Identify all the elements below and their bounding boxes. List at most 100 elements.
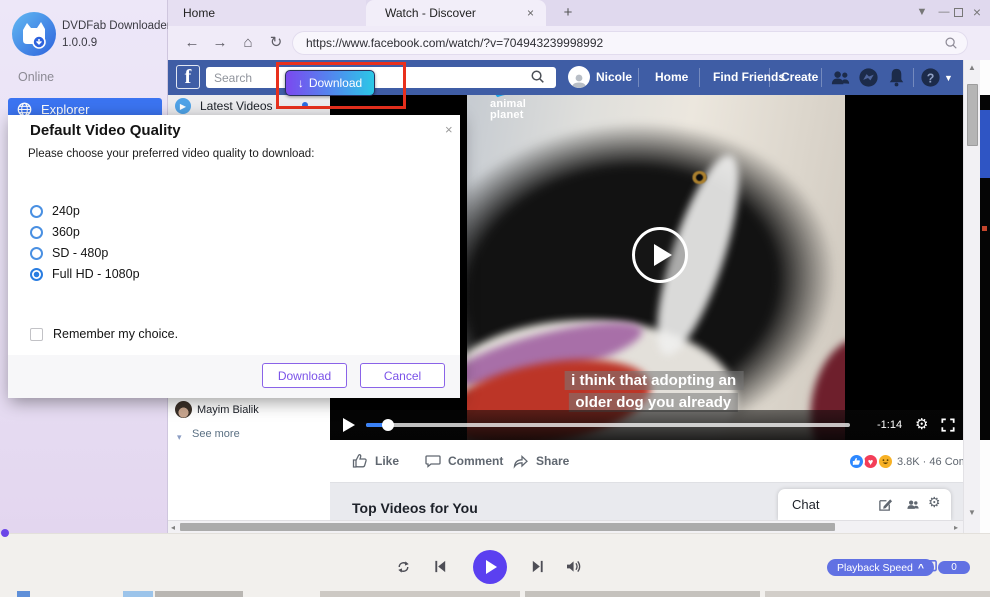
reaction-like-icon[interactable] xyxy=(848,453,865,470)
dvdfab-logo-icon xyxy=(10,10,58,58)
video-progress-track[interactable] xyxy=(366,423,850,427)
playback-speed-button[interactable]: Playback Speed ^ xyxy=(827,559,934,576)
quality-option-1080p[interactable]: Full HD - 1080p xyxy=(30,267,140,281)
profile-avatar[interactable] xyxy=(175,401,192,418)
forward-icon[interactable]: → xyxy=(210,33,230,53)
friend-requests-icon[interactable] xyxy=(829,66,852,89)
tab-watch-discover[interactable]: Watch - Discover × xyxy=(366,0,546,26)
dialog-footer: Download Cancel xyxy=(8,355,460,398)
see-more-icon: ▾ xyxy=(177,432,182,443)
section-title-top-videos: Top Videos for You xyxy=(352,500,478,516)
user-name[interactable]: Nicole xyxy=(596,70,632,84)
volume-slider-dot[interactable] xyxy=(1,529,9,537)
player-volume-icon[interactable] xyxy=(566,559,583,574)
remember-checkbox[interactable] xyxy=(30,328,43,341)
url-search-icon[interactable] xyxy=(944,36,958,50)
download-button[interactable]: ↓ Download xyxy=(285,70,375,96)
chat-settings-gear-icon[interactable]: ⚙ xyxy=(928,494,941,511)
fb-nav-home[interactable]: Home xyxy=(655,70,688,84)
fb-nav-find-friends[interactable]: Find Friends xyxy=(713,70,785,84)
download-arrow-icon: ↓ xyxy=(298,76,304,90)
window-menu-icon[interactable]: ▼ xyxy=(914,4,930,20)
hscroll-thumb[interactable] xyxy=(180,523,835,531)
vertical-scrollbar[interactable]: ▲ ▼ xyxy=(963,60,980,533)
quality-option-240p[interactable]: 240p xyxy=(30,204,80,218)
profile-name[interactable]: Mayim Bialik xyxy=(197,404,259,416)
fb-nav-create[interactable]: Create xyxy=(781,70,818,84)
chat-title: Chat xyxy=(792,497,819,512)
queue-count-badge[interactable]: 0 xyxy=(938,561,970,574)
tab-close-icon[interactable]: × xyxy=(527,6,534,20)
video-play-overlay-button[interactable] xyxy=(632,227,688,283)
svg-text:?: ? xyxy=(927,71,935,85)
chat-contacts-icon[interactable] xyxy=(905,497,921,512)
radio-240p[interactable] xyxy=(30,205,43,218)
url-bar[interactable] xyxy=(292,31,968,55)
radio-360p[interactable] xyxy=(30,226,43,239)
fullscreen-icon[interactable] xyxy=(941,418,955,432)
vscroll-thumb[interactable] xyxy=(967,84,978,146)
radio-480p[interactable] xyxy=(30,247,43,260)
caption-line-1: i think that adopting an xyxy=(564,371,743,390)
engagement-row: Like Comment Share ♥ 3.8K · 46 Co xyxy=(330,440,963,483)
player-play-icon xyxy=(486,560,497,574)
thumbnail-sliver xyxy=(320,591,520,597)
loop-icon[interactable] xyxy=(395,559,412,575)
back-icon[interactable]: ← xyxy=(182,33,202,53)
player-bar: Playback Speed ^ 0 xyxy=(0,533,990,597)
video-time-remaining: -1:14 xyxy=(877,419,902,431)
window-minimize-icon[interactable]: — xyxy=(936,4,952,20)
window-maximize-icon[interactable] xyxy=(954,8,963,17)
notifications-bell-icon[interactable] xyxy=(885,66,908,89)
player-play-button[interactable] xyxy=(473,550,507,584)
thumbnail-sliver xyxy=(155,591,243,597)
chat-panel[interactable]: Chat ⚙ xyxy=(778,489,951,520)
dialog-download-button[interactable]: Download xyxy=(262,363,347,388)
avatar-person-icon xyxy=(570,72,588,88)
dialog-title: Default Video Quality xyxy=(30,122,181,139)
video-settings-gear-icon[interactable]: ⚙ xyxy=(915,415,928,433)
remember-choice-row[interactable]: Remember my choice. xyxy=(30,327,178,341)
dialog-cancel-button[interactable]: Cancel xyxy=(360,363,445,388)
video-progress-handle[interactable] xyxy=(382,419,394,431)
like-button[interactable]: Like xyxy=(352,453,399,469)
messenger-icon[interactable] xyxy=(857,66,880,89)
help-icon[interactable]: ? xyxy=(919,66,942,89)
hscroll-left-icon[interactable]: ◂ xyxy=(171,523,175,532)
chat-compose-icon[interactable] xyxy=(878,497,893,512)
url-input[interactable] xyxy=(304,35,944,51)
facebook-logo[interactable]: f xyxy=(176,65,200,89)
facebook-search-icon[interactable] xyxy=(530,69,545,84)
thumbnail-sliver xyxy=(525,591,760,597)
new-tab-button[interactable]: + xyxy=(558,3,578,23)
download-queue-icon[interactable] xyxy=(920,559,938,575)
quality-option-360p[interactable]: 360p xyxy=(30,225,80,239)
account-chevron-icon[interactable]: ▼ xyxy=(944,73,953,83)
dialog-close-icon[interactable]: × xyxy=(445,122,453,137)
hscroll-right-icon[interactable]: ▸ xyxy=(954,523,958,532)
refresh-icon[interactable]: ↻ xyxy=(266,33,286,53)
video-play-button[interactable] xyxy=(343,418,355,432)
radio-1080p[interactable] xyxy=(30,268,43,281)
next-icon[interactable] xyxy=(530,559,545,574)
quality-option-480p[interactable]: SD - 480p xyxy=(30,246,108,260)
window-close-icon[interactable]: × xyxy=(969,4,985,20)
thumbnail-sliver xyxy=(765,591,990,597)
vscroll-up-icon[interactable]: ▲ xyxy=(968,63,976,72)
tab-home[interactable]: Home xyxy=(168,0,366,26)
reaction-haha-icon[interactable] xyxy=(877,453,894,470)
channel-watermark: animal planet xyxy=(490,99,550,121)
page-edge-sliver xyxy=(980,60,990,533)
previous-icon[interactable] xyxy=(433,559,448,574)
app-title: DVDFab Downloader xyxy=(62,20,171,32)
facebook-search-input[interactable] xyxy=(206,67,556,88)
engagement-stats[interactable]: 3.8K · 46 Comme xyxy=(897,456,963,468)
horizontal-scrollbar[interactable]: ◂ ▸ xyxy=(168,520,963,533)
share-button[interactable]: Share xyxy=(512,453,569,469)
user-avatar[interactable] xyxy=(568,66,590,88)
see-more-link[interactable]: See more xyxy=(192,428,240,440)
comment-button[interactable]: Comment xyxy=(425,453,503,469)
vscroll-down-icon[interactable]: ▼ xyxy=(968,508,976,517)
thumbnail-sliver xyxy=(123,591,153,597)
home-icon[interactable]: ⌂ xyxy=(238,33,258,53)
